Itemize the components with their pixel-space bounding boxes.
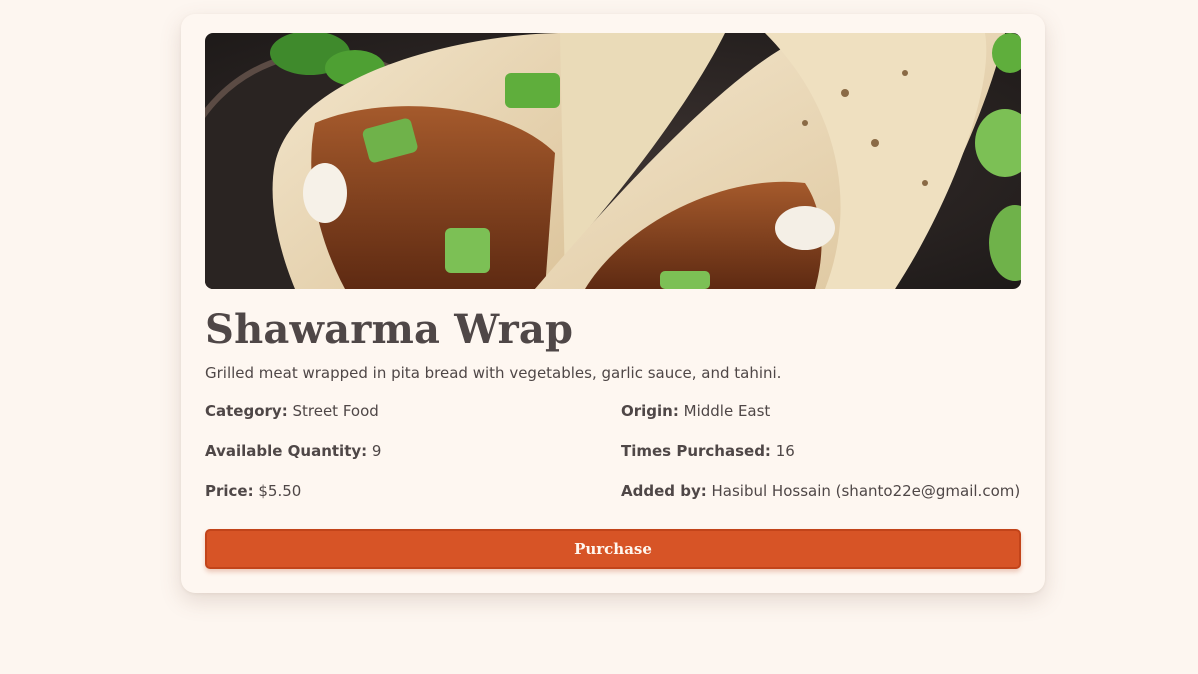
category-field: Category: Street Food [205, 402, 621, 421]
added-by-label: Added by: [621, 482, 707, 500]
quantity-value: 9 [367, 442, 382, 460]
category-label: Category: [205, 402, 288, 420]
category-value: Street Food [287, 402, 379, 420]
product-details: Category: Street Food Origin: Middle Eas… [205, 402, 1021, 501]
added-by-field: Added by: Hasibul Hossain (shanto22e@gma… [621, 482, 1021, 501]
price-label: Price: [205, 482, 254, 500]
shawarma-photo [205, 33, 1021, 289]
times-purchased-value: 16 [770, 442, 795, 460]
product-detail-card: Shawarma Wrap Grilled meat wrapped in pi… [181, 14, 1045, 593]
price-field: Price: $5.50 [205, 482, 621, 501]
product-description: Grilled meat wrapped in pita bread with … [205, 364, 782, 382]
origin-field: Origin: Middle East [621, 402, 1021, 421]
origin-value: Middle East [678, 402, 771, 420]
product-image [205, 33, 1021, 289]
purchase-button[interactable]: Purchase [205, 529, 1021, 569]
times-purchased-label: Times Purchased: [621, 442, 771, 460]
times-purchased-field: Times Purchased: 16 [621, 442, 1021, 461]
product-title: Shawarma Wrap [205, 306, 574, 353]
origin-label: Origin: [621, 402, 679, 420]
quantity-field: Available Quantity: 9 [205, 442, 621, 461]
added-by-value: Hasibul Hossain (shanto22e@gmail.com) [706, 482, 1021, 500]
price-value: $5.50 [253, 482, 302, 500]
quantity-label: Available Quantity: [205, 442, 368, 460]
